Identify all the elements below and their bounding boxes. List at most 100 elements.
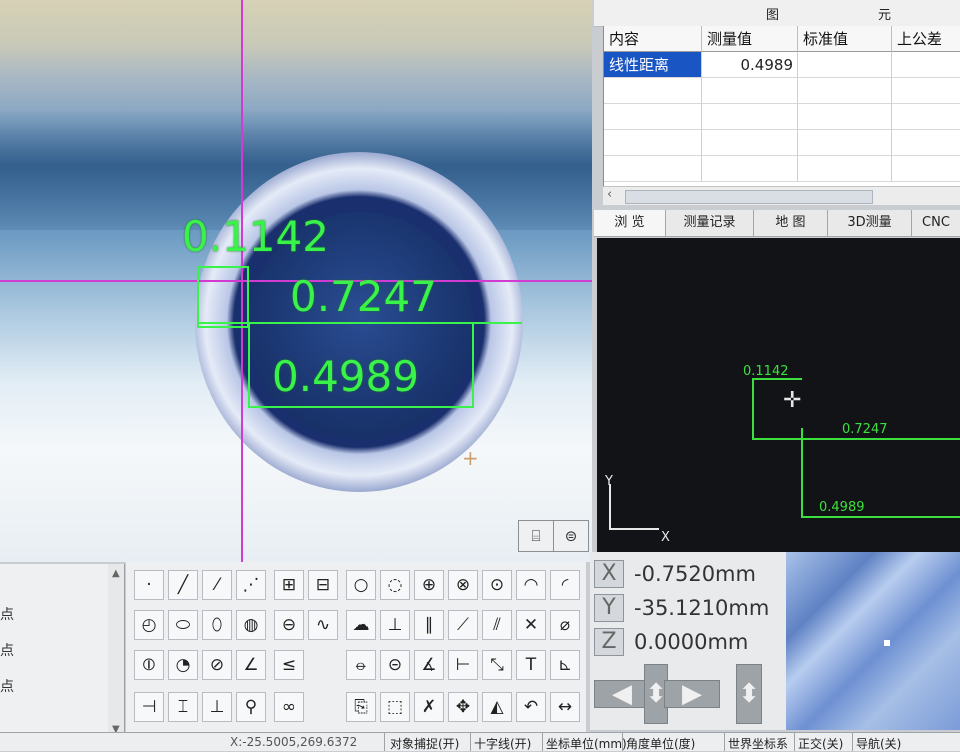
graphic-view[interactable]: Y X 0.1142 0.7247 0.4989 ✛ [597,238,960,552]
graph-label-1: 0.1142 [743,364,789,379]
status-crosshair[interactable]: 十字线(开) [474,735,531,752]
select-box-tool-icon[interactable]: ⬚ [380,692,410,722]
table-row-empty [604,130,702,156]
z-move-button[interactable]: ⬍ [736,664,762,724]
ellipse-pts-tool-icon[interactable]: ⬯ [202,610,232,640]
cursor-cross-icon: + [462,446,479,470]
sphere-tool-icon[interactable]: ◍ [236,610,266,640]
camera-capture-button[interactable]: ⌸ [518,520,554,552]
table-cell-standard[interactable] [798,52,892,78]
scroll-left-icon[interactable]: ‹ [607,187,612,202]
diameter-tool-icon[interactable]: ⌀ [550,610,580,640]
table-row-empty [798,156,892,182]
text-tool-icon[interactable]: T [516,650,546,680]
tab-map[interactable]: 地 图 [754,210,828,236]
circle-intersect-tool-icon[interactable]: ⦶ [134,650,164,680]
angle-tool-icon[interactable]: ∠ [236,650,266,680]
tangent-tool-icon[interactable]: ⟋ [448,610,478,640]
navigation-preview[interactable] [786,552,960,730]
circle-horizontal-tool-icon[interactable]: ⊝ [380,650,410,680]
arc-center-tool-icon[interactable]: ◴ [134,610,164,640]
arc-tool-icon[interactable]: ◠ [516,570,546,600]
circle-tool-icon[interactable]: ○ [346,570,376,600]
circle-vertical-tool-icon[interactable]: ⦵ [346,650,376,680]
z-axis-zero-button[interactable]: Z [594,628,624,656]
intersection-tool-icon[interactable]: ✕ [516,610,546,640]
move-left-button[interactable]: ◀ [594,679,650,709]
mirror-tool-icon[interactable]: ◭ [482,692,512,722]
height-tool-icon[interactable]: ⊣ [134,692,164,722]
i-beam-tool-icon[interactable]: ⌶ [168,692,198,722]
table-cell-measured[interactable]: 0.4989 [702,52,798,78]
status-ortho[interactable]: 正交(关) [798,735,843,752]
base-height-tool-icon[interactable]: ⊥ [202,692,232,722]
parallel-distance-tool-icon[interactable]: ⊞ [274,570,304,600]
dimension-tool-icon[interactable]: ↔ [550,692,580,722]
table-horizontal-scrollbar[interactable]: ‹ [603,186,960,205]
delete-tool-icon[interactable]: ✗ [414,692,444,722]
concentric-tool-icon[interactable]: ⊗ [448,570,478,600]
table-row-empty [702,156,798,182]
tab-browse[interactable]: 浏 览 [594,210,666,236]
move-right-button[interactable]: ▶ [664,679,720,709]
table-header[interactable]: 上公差 [892,26,960,52]
table-header[interactable]: 测量值 [702,26,798,52]
converge-tool-icon[interactable]: ≤ [274,650,304,680]
double-circle-tool-icon[interactable]: ∞ [274,692,304,722]
table-row-empty [702,78,798,104]
table-header[interactable]: 标准值 [798,26,892,52]
coordinate-tool-icon[interactable]: ⊾ [550,650,580,680]
table-cell-upper-tol[interactable] [892,52,960,78]
scroll-up-icon[interactable]: ▲ [112,568,120,579]
ellipse-axis-tool-icon[interactable]: ⊖ [274,610,304,640]
freeform-tool-icon[interactable]: ☁ [346,610,376,640]
measure-box-1 [197,266,249,328]
ellipse-tool-icon[interactable]: ⬭ [168,610,198,640]
status-angle-unit[interactable]: 角度单位(度) [626,735,695,752]
angle-measure-tool-icon[interactable]: ∡ [414,650,444,680]
undo-tool-icon[interactable]: ↶ [516,692,546,722]
curve-tool-icon[interactable]: ∿ [308,610,338,640]
move-tool-icon[interactable]: ✥ [448,692,478,722]
circle-3pt-tool-icon[interactable]: ◌ [380,570,410,600]
table-row-empty [892,156,960,182]
arc-3pt-tool-icon[interactable]: ◜ [550,570,580,600]
line-tool-icon[interactable]: ╱ [168,570,198,600]
status-navigation[interactable]: 导航(关) [856,735,901,752]
z-coordinate-value: 0.0000mm [634,630,749,654]
table-row-empty [892,78,960,104]
table-header[interactable]: 内容 [604,26,702,52]
line-2pt-tool-icon[interactable]: ⁄ [202,570,232,600]
status-coord-unit[interactable]: 坐标单位(mm) [546,735,627,752]
circle-line-tool-icon[interactable]: ⊘ [202,650,232,680]
table-cell-name[interactable]: 线性距离 [604,52,702,78]
y-axis-zero-button[interactable]: Y [594,594,624,622]
axis-y-line [609,484,611,530]
tab-measure-records[interactable]: 测量记录 [666,210,754,236]
status-object-snap[interactable]: 对象捕捉(开) [390,735,459,752]
x-axis-zero-button[interactable]: X [594,560,624,588]
perpendicular-distance-tool-icon[interactable]: ⊟ [308,570,338,600]
tab-3d-measure[interactable]: 3D测量 [828,210,912,236]
slope-distance-tool-icon[interactable]: ⤡ [482,650,512,680]
camera-view[interactable]: 0.1142 0.7247 0.4989 + ⌸ ⊜ [0,0,592,562]
scroll-thumb[interactable] [625,190,873,204]
pin-tool-icon[interactable]: ⚲ [236,692,266,722]
perpendicular-tool-icon[interactable]: ⊥ [380,610,410,640]
circle-center-tool-icon[interactable]: ⊕ [414,570,444,600]
tangent-circle-tool-icon[interactable]: ◔ [168,650,198,680]
graph-label-2: 0.7247 [842,422,888,437]
copy-tool-icon[interactable]: ⎘ [346,692,376,722]
line-multi-tool-icon[interactable]: ⋰ [236,570,266,600]
center-point-tool-icon[interactable]: ⊙ [482,570,512,600]
status-world-coords[interactable]: 世界坐标系 [728,735,788,752]
camera-settings-button[interactable]: ⊜ [553,520,589,552]
point-list-scrollbar[interactable]: ▲ ▼ [108,564,125,740]
table-row-empty [798,130,892,156]
tab-cnc[interactable]: CNC [912,210,960,236]
status-separator [852,733,853,751]
parallel-tool-icon[interactable]: ∥ [414,610,444,640]
point-tool-icon[interactable]: · [134,570,164,600]
width-tool-icon[interactable]: ⊢ [448,650,478,680]
bisector-tool-icon[interactable]: ⫽ [482,610,512,640]
